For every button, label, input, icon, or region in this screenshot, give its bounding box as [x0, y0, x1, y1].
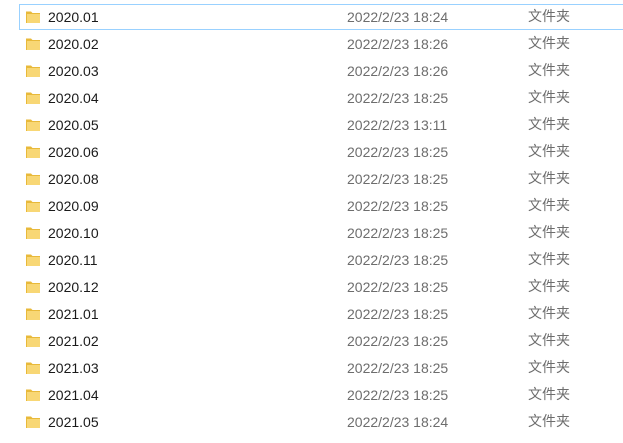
file-row[interactable]: 2020.12 2022/2/23 18:25 文件夹 [0, 274, 623, 301]
file-name: 2021.04 [48, 387, 99, 403]
modified-date: 2022/2/23 18:25 [347, 387, 449, 403]
modified-date: 2022/2/23 18:25 [347, 252, 449, 268]
file-type: 文件夹 [528, 171, 570, 187]
folder-icon [26, 146, 40, 158]
folder-icon [26, 308, 40, 320]
file-type: 文件夹 [528, 144, 570, 160]
file-name: 2020.05 [48, 117, 99, 133]
file-name: 2020.06 [48, 144, 99, 160]
modified-date: 2022/2/23 18:26 [347, 36, 449, 52]
modified-date: 2022/2/23 13:11 [347, 117, 448, 133]
folder-icon [26, 11, 40, 23]
folder-icon [26, 362, 40, 374]
folder-icon [26, 227, 40, 239]
file-row[interactable]: 2020.05 2022/2/23 13:11 文件夹 [0, 112, 623, 139]
file-row[interactable]: 2021.05 2022/2/23 18:24 文件夹 [0, 409, 623, 436]
modified-date: 2022/2/23 18:24 [347, 414, 449, 430]
file-name: 2021.01 [48, 306, 99, 322]
file-row[interactable]: 2020.03 2022/2/23 18:26 文件夹 [0, 58, 623, 85]
modified-date: 2022/2/23 18:25 [347, 144, 449, 160]
file-type: 文件夹 [528, 63, 570, 79]
folder-icon [26, 389, 40, 401]
file-type: 文件夹 [528, 306, 570, 322]
file-name: 2021.02 [48, 333, 99, 349]
folder-icon [26, 38, 40, 50]
file-name: 2020.08 [48, 171, 99, 187]
file-row[interactable]: 2020.10 2022/2/23 18:25 文件夹 [0, 220, 623, 247]
file-name: 2020.04 [48, 90, 99, 106]
folder-icon [26, 200, 40, 212]
folder-icon [26, 416, 40, 428]
folder-icon [26, 254, 40, 266]
file-type: 文件夹 [528, 360, 570, 376]
file-row[interactable]: 2020.02 2022/2/23 18:26 文件夹 [0, 31, 623, 58]
modified-date: 2022/2/23 18:25 [347, 198, 449, 214]
file-type: 文件夹 [528, 279, 570, 295]
folder-icon [26, 173, 40, 185]
file-type: 文件夹 [528, 9, 570, 25]
modified-date: 2022/2/23 18:26 [347, 63, 449, 79]
file-row[interactable]: 2021.03 2022/2/23 18:25 文件夹 [0, 355, 623, 382]
folder-icon [26, 335, 40, 347]
modified-date: 2022/2/23 18:25 [347, 171, 449, 187]
file-list: 2020.01 2022/2/23 18:24 文件夹 2020.02 2022… [0, 4, 623, 436]
file-name: 2020.01 [48, 9, 99, 25]
file-type: 文件夹 [528, 117, 570, 133]
modified-date: 2022/2/23 18:25 [347, 225, 449, 241]
file-name: 2020.09 [48, 198, 99, 214]
file-name: 2020.10 [48, 225, 99, 241]
folder-icon [26, 119, 40, 131]
file-row[interactable]: 2020.06 2022/2/23 18:25 文件夹 [0, 139, 623, 166]
file-name: 2020.11 [48, 252, 98, 268]
file-row[interactable]: 2020.08 2022/2/23 18:25 文件夹 [0, 166, 623, 193]
folder-icon [26, 65, 40, 77]
file-name: 2020.02 [48, 36, 99, 52]
file-type: 文件夹 [528, 252, 570, 268]
file-type: 文件夹 [528, 225, 570, 241]
file-type: 文件夹 [528, 387, 570, 403]
file-type: 文件夹 [528, 414, 570, 430]
file-row[interactable]: 2021.01 2022/2/23 18:25 文件夹 [0, 301, 623, 328]
file-type: 文件夹 [528, 333, 570, 349]
file-type: 文件夹 [528, 36, 570, 52]
file-name: 2020.12 [48, 279, 99, 295]
folder-icon [26, 281, 40, 293]
file-row[interactable]: 2020.09 2022/2/23 18:25 文件夹 [0, 193, 623, 220]
modified-date: 2022/2/23 18:25 [347, 306, 449, 322]
modified-date: 2022/2/23 18:25 [347, 279, 449, 295]
file-name: 2021.03 [48, 360, 99, 376]
file-type: 文件夹 [528, 90, 570, 106]
folder-icon [26, 92, 40, 104]
modified-date: 2022/2/23 18:25 [347, 360, 449, 376]
modified-date: 2022/2/23 18:24 [347, 9, 449, 25]
file-name: 2020.03 [48, 63, 99, 79]
file-type: 文件夹 [528, 198, 570, 214]
modified-date: 2022/2/23 18:25 [347, 90, 449, 106]
modified-date: 2022/2/23 18:25 [347, 333, 449, 349]
file-name: 2021.05 [48, 414, 99, 430]
file-row[interactable]: 2020.01 2022/2/23 18:24 文件夹 [0, 4, 623, 31]
file-row[interactable]: 2021.04 2022/2/23 18:25 文件夹 [0, 382, 623, 409]
file-row[interactable]: 2020.11 2022/2/23 18:25 文件夹 [0, 247, 623, 274]
file-row[interactable]: 2020.04 2022/2/23 18:25 文件夹 [0, 85, 623, 112]
file-row[interactable]: 2021.02 2022/2/23 18:25 文件夹 [0, 328, 623, 355]
